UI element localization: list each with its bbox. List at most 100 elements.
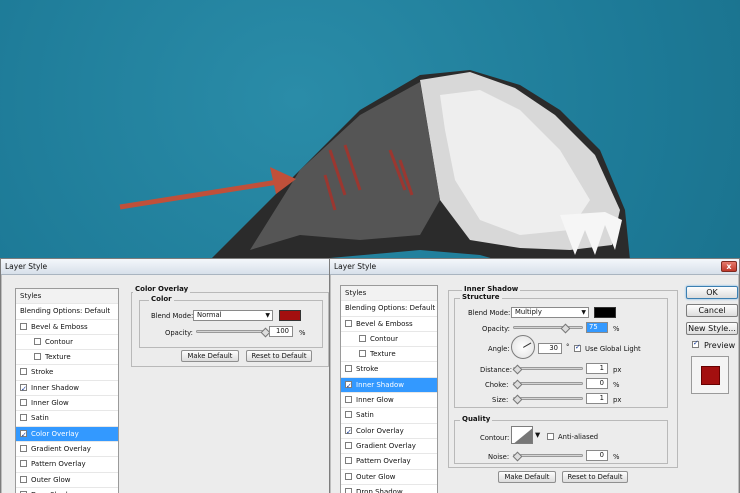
contour-picker[interactable] <box>511 426 533 444</box>
cancel-button[interactable]: Cancel <box>686 304 738 317</box>
style-checkbox[interactable] <box>20 399 27 407</box>
opacity-input[interactable]: 100 <box>269 326 293 337</box>
style-checkbox[interactable] <box>359 334 366 342</box>
style-checkbox[interactable] <box>20 460 27 468</box>
anti-aliased-checkbox[interactable] <box>547 433 554 440</box>
dialog-title: Layer Style <box>334 262 377 271</box>
new-style-button[interactable]: New Style... <box>686 322 738 335</box>
style-checkbox[interactable] <box>345 472 352 480</box>
style-checkbox[interactable] <box>345 425 352 440</box>
noise-unit: % <box>613 453 620 461</box>
blend-mode-select[interactable]: Normal ▼ <box>193 310 273 321</box>
color-group <box>139 300 323 348</box>
style-item-contour[interactable]: Contour <box>341 332 437 348</box>
close-icon[interactable]: x <box>721 261 737 272</box>
make-default-button[interactable]: Make Default <box>498 471 556 483</box>
style-item-gradient-overlay[interactable]: Gradient Overlay <box>341 439 437 455</box>
style-checkbox[interactable] <box>345 365 352 373</box>
style-checkbox[interactable] <box>345 457 352 465</box>
style-item-drop-shadow[interactable]: Drop Shadow <box>341 485 437 493</box>
preview-label: Preview <box>704 341 736 350</box>
overlay-color-swatch[interactable] <box>279 310 301 321</box>
style-checkbox[interactable] <box>345 319 352 327</box>
style-checkbox[interactable] <box>34 353 41 361</box>
layer-style-dialog-back: Layer Style Styles Blending Options: Defa… <box>0 258 340 493</box>
style-item-drop-shadow[interactable]: Drop Shadow <box>16 488 118 493</box>
style-item-label: Inner Glow <box>356 396 394 405</box>
choke-unit: % <box>613 381 620 389</box>
style-checkbox[interactable] <box>345 441 352 449</box>
style-item-pattern-overlay[interactable]: Pattern Overlay <box>16 457 118 473</box>
chevron-down-icon[interactable]: ▼ <box>535 431 540 439</box>
style-checkbox[interactable] <box>359 350 366 358</box>
style-item-inner-shadow[interactable]: Inner Shadow <box>341 377 437 394</box>
style-item-stroke[interactable]: Stroke <box>341 362 437 378</box>
use-global-light-checkbox[interactable] <box>574 343 581 352</box>
styles-header[interactable]: Styles <box>16 289 118 305</box>
angle-dial[interactable] <box>511 335 535 359</box>
style-item-pattern-overlay[interactable]: Pattern Overlay <box>341 454 437 470</box>
distance-slider[interactable] <box>513 367 583 370</box>
size-input[interactable]: 1 <box>586 393 608 404</box>
style-item-bevel-emboss[interactable]: Bevel & Emboss <box>16 320 118 335</box>
style-item-label: Stroke <box>356 365 379 374</box>
reset-to-default-button[interactable]: Reset to Default <box>246 350 312 362</box>
style-item-satin[interactable]: Satin <box>341 408 437 424</box>
ok-button[interactable]: OK <box>686 286 738 299</box>
style-item-satin[interactable]: Satin <box>16 411 118 427</box>
styles-header[interactable]: Styles <box>341 286 437 302</box>
size-slider[interactable] <box>513 397 583 400</box>
style-item-blending-options-default[interactable]: Blending Options: Default <box>341 301 437 317</box>
blend-mode-select[interactable]: Multiply ▼ <box>511 307 589 318</box>
choke-slider[interactable] <box>513 382 583 385</box>
style-checkbox[interactable] <box>345 379 352 394</box>
shadow-color-swatch[interactable] <box>594 307 616 318</box>
group-title: Color <box>149 295 174 303</box>
style-item-label: Pattern Overlay <box>356 457 411 466</box>
style-checkbox[interactable] <box>20 368 27 376</box>
style-item-inner-shadow[interactable]: Inner Shadow <box>16 381 118 397</box>
noise-slider[interactable] <box>513 454 583 457</box>
style-checkbox[interactable] <box>20 414 27 422</box>
style-checkbox[interactable] <box>20 444 27 452</box>
style-item-inner-glow[interactable]: Inner Glow <box>341 393 437 409</box>
style-item-label: Bevel & Emboss <box>356 319 413 328</box>
style-item-inner-glow[interactable]: Inner Glow <box>16 396 118 412</box>
use-global-light-label: Use Global Light <box>585 345 641 353</box>
reset-to-default-button[interactable]: Reset to Default <box>562 471 628 483</box>
style-checkbox[interactable] <box>345 411 352 419</box>
style-checkbox[interactable] <box>20 322 27 330</box>
style-item-stroke[interactable]: Stroke <box>16 365 118 381</box>
style-item-gradient-overlay[interactable]: Gradient Overlay <box>16 442 118 458</box>
style-item-label: Blending Options: Default <box>345 304 436 313</box>
style-checkbox[interactable] <box>345 396 352 404</box>
style-item-color-overlay[interactable]: Color Overlay <box>16 426 118 443</box>
make-default-button[interactable]: Make Default <box>181 350 239 362</box>
quality-group <box>454 420 668 464</box>
style-item-outer-glow[interactable]: Outer Glow <box>341 470 437 485</box>
style-checkbox[interactable] <box>20 382 27 397</box>
style-item-contour[interactable]: Contour <box>16 335 118 351</box>
style-item-bevel-emboss[interactable]: Bevel & Emboss <box>341 317 437 332</box>
style-checkbox[interactable] <box>20 428 27 443</box>
preview-checkbox[interactable] <box>692 339 699 348</box>
dialog-titlebar[interactable]: Layer Style x <box>330 259 739 275</box>
style-checkbox[interactable] <box>34 337 41 345</box>
opacity-input[interactable]: 75 <box>586 322 608 333</box>
style-item-color-overlay[interactable]: Color Overlay <box>341 424 437 440</box>
style-checkbox[interactable] <box>345 487 352 493</box>
style-checkbox[interactable] <box>20 475 27 483</box>
choke-input[interactable]: 0 <box>586 378 608 389</box>
size-unit: px <box>613 396 622 404</box>
dialog-titlebar[interactable]: Layer Style <box>1 259 339 275</box>
angle-input[interactable]: 30 <box>538 343 562 354</box>
angle-unit: ° <box>566 343 570 351</box>
style-item-texture[interactable]: Texture <box>16 350 118 366</box>
noise-input[interactable]: 0 <box>586 450 608 461</box>
style-item-outer-glow[interactable]: Outer Glow <box>16 473 118 488</box>
opacity-slider[interactable] <box>513 326 583 329</box>
distance-input[interactable]: 1 <box>586 363 608 374</box>
style-item-texture[interactable]: Texture <box>341 347 437 363</box>
style-item-blending-options-default[interactable]: Blending Options: Default <box>16 304 118 320</box>
opacity-slider[interactable] <box>196 330 266 333</box>
